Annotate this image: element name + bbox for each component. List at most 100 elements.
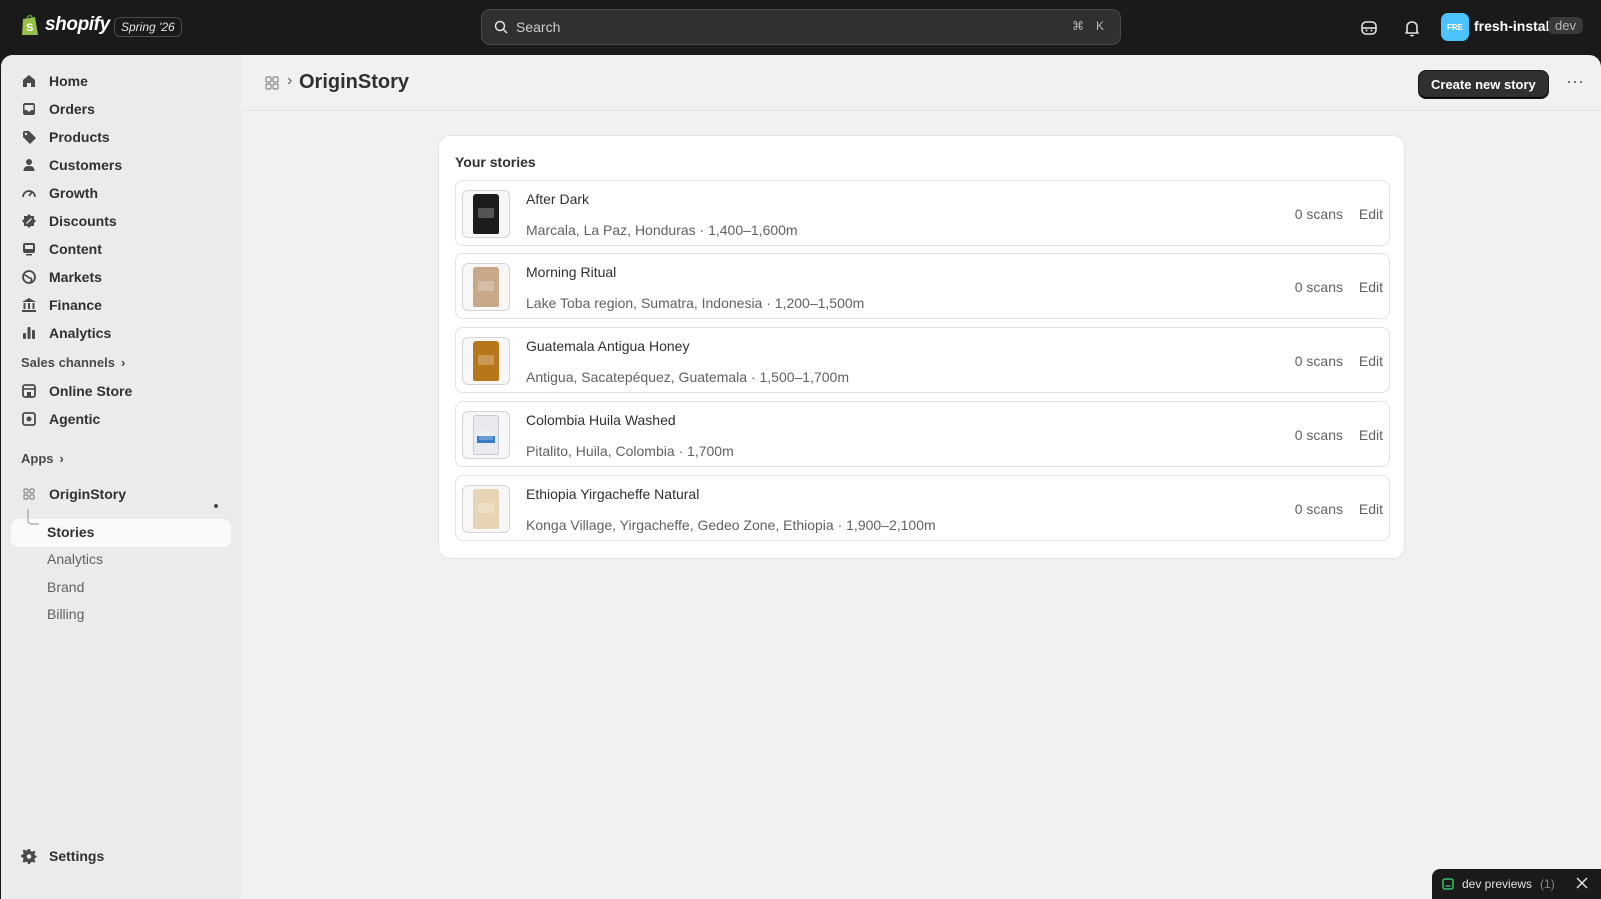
story-row[interactable]: After Dark Marcala, La Paz, Honduras · 1… xyxy=(455,180,1390,246)
story-origin: Lake Toba region, Sumatra, Indonesia · 1… xyxy=(526,295,865,311)
story-thumbnail xyxy=(462,263,510,311)
sidebar-item-agentic[interactable]: Agentic xyxy=(21,405,231,433)
shortcut-cmd: ⌘ xyxy=(1072,19,1084,33)
story-name: Ethiopia Yirgacheffe Natural xyxy=(526,486,700,502)
svg-text:S: S xyxy=(26,22,33,34)
sidebar-item-label: Agentic xyxy=(49,411,101,427)
tree-connector-icon xyxy=(27,509,39,525)
sidebar-item-finance[interactable]: Finance xyxy=(21,291,231,319)
sidebar-subitem-stories-highlight[interactable] xyxy=(11,519,231,547)
preview-icon xyxy=(1442,878,1454,890)
sidebar-item-label: OriginStory xyxy=(49,486,127,502)
scan-count: 0 scans xyxy=(1294,427,1343,443)
edition-badge[interactable]: Spring '26 xyxy=(114,17,182,37)
story-row[interactable]: Guatemala Antigua Honey Antigua, Sacatep… xyxy=(455,327,1390,393)
sales-channels-label: Sales channels xyxy=(21,355,115,370)
pin-dot[interactable] xyxy=(214,504,218,508)
shopify-logo[interactable]: S shopify xyxy=(20,13,110,37)
app-grid-icon[interactable] xyxy=(265,76,279,90)
shopify-bag-icon: S xyxy=(22,14,38,35)
story-name: Guatemala Antigua Honey xyxy=(526,338,690,354)
coffee-bag-image xyxy=(473,194,499,234)
sidebar-item-label: Online Store xyxy=(49,383,133,399)
sidebar-item-online-store[interactable]: Online Store xyxy=(21,377,231,405)
scan-count: 0 scans xyxy=(1294,206,1343,222)
agentic-icon xyxy=(22,412,36,426)
story-row[interactable]: Ethiopia Yirgacheffe Natural Konga Villa… xyxy=(455,475,1390,541)
scan-count: 0 scans xyxy=(1294,501,1343,517)
sidebar-item-growth[interactable]: Growth xyxy=(21,179,231,207)
edit-story-button[interactable]: Edit xyxy=(1359,353,1383,369)
notification-bell-icon[interactable] xyxy=(1402,18,1422,38)
dev-previews-toast[interactable]: dev previews (1) xyxy=(1432,869,1601,899)
story-thumbnail xyxy=(462,190,510,238)
scan-count: 0 scans xyxy=(1294,279,1343,295)
breadcrumb-separator: › xyxy=(287,72,293,89)
apps-header[interactable]: Apps › xyxy=(21,451,64,466)
store-name[interactable]: fresh-install xyxy=(1474,18,1553,34)
sidebar-item-label: Orders xyxy=(49,101,95,117)
chevron-right-icon: › xyxy=(120,355,126,370)
logo-text: shopify xyxy=(45,14,110,35)
sidebar-item-markets[interactable]: Markets xyxy=(21,263,231,291)
sales-channels-header[interactable]: Sales channels › xyxy=(21,355,125,370)
story-origin: Antigua, Sacatepéquez, Guatemala · 1,500… xyxy=(526,369,849,385)
sidebar-item-label: Growth xyxy=(49,185,98,201)
story-name: After Dark xyxy=(526,191,590,207)
chevron-right-icon: › xyxy=(59,451,64,466)
sidebar-subitem-billing[interactable]: Billing xyxy=(47,606,84,622)
apps-label: Apps xyxy=(21,451,54,466)
sidebar-item-products[interactable]: Products xyxy=(21,123,231,151)
top-bar: S shopify Spring '26 Search ⌘ K FRE fres… xyxy=(0,0,1601,55)
more-actions-button[interactable]: ··· xyxy=(1561,72,1589,97)
story-name: Morning Ritual xyxy=(526,264,617,280)
home-icon xyxy=(23,75,35,87)
inbox-icon xyxy=(23,103,35,115)
sidebar-item-customers[interactable]: Customers xyxy=(21,151,231,179)
tag-icon xyxy=(23,131,36,144)
story-origin: Konga Village, Yirgacheffe, Gedeo Zone, … xyxy=(526,517,936,533)
sidebar-item-analytics[interactable]: Analytics xyxy=(21,319,231,347)
sidebar: Home Orders Products Customers Growth Di… xyxy=(1,55,241,899)
sidebar-item-label: Markets xyxy=(49,269,102,285)
story-row[interactable]: Colombia Huila Washed Pitalito, Huila, C… xyxy=(455,401,1390,467)
scan-count: 0 scans xyxy=(1294,353,1343,369)
sidebar-item-label: Analytics xyxy=(49,325,112,341)
sidebar-subitem-stories[interactable]: Stories xyxy=(47,524,94,540)
close-icon[interactable] xyxy=(1575,876,1589,890)
card-title: Your stories xyxy=(455,154,536,170)
sidebar-item-label: Content xyxy=(49,241,102,257)
shortcut-key: K xyxy=(1096,19,1105,33)
sidebar-item-orders[interactable]: Orders xyxy=(21,95,231,123)
store-avatar[interactable]: FRE xyxy=(1441,13,1469,41)
search-bar[interactable]: Search ⌘ K xyxy=(481,9,1121,45)
sidebar-item-label: Finance xyxy=(49,297,102,313)
sidebar-item-label: Home xyxy=(49,73,88,89)
bank-icon xyxy=(22,298,36,312)
person-icon xyxy=(23,159,35,171)
sidebar-item-originstory[interactable]: OriginStory xyxy=(21,480,231,508)
sidebar-item-discounts[interactable]: Discounts xyxy=(21,207,231,235)
coffee-bag-image xyxy=(473,267,499,307)
edit-story-button[interactable]: Edit xyxy=(1359,501,1383,517)
sidekick-icon[interactable] xyxy=(1359,18,1379,38)
sidebar-item-settings[interactable]: Settings xyxy=(21,842,231,870)
story-row[interactable]: Morning Ritual Lake Toba region, Sumatra… xyxy=(455,253,1390,319)
discount-icon xyxy=(22,214,36,228)
search-placeholder: Search xyxy=(516,19,561,35)
edit-story-button[interactable]: Edit xyxy=(1359,206,1383,222)
app-grid-icon xyxy=(23,488,35,500)
gear-icon xyxy=(21,849,37,864)
sidebar-subitem-analytics[interactable]: Analytics xyxy=(47,551,103,567)
edit-story-button[interactable]: Edit xyxy=(1359,279,1383,295)
sidebar-item-content[interactable]: Content xyxy=(21,235,231,263)
sidebar-subitem-brand[interactable]: Brand xyxy=(47,579,84,595)
sidebar-item-label: Settings xyxy=(49,848,105,864)
bar-chart-icon xyxy=(23,327,35,339)
coffee-bag-image xyxy=(473,489,499,529)
gauge-icon xyxy=(22,190,36,198)
sidebar-item-home[interactable]: Home xyxy=(21,67,231,95)
create-new-story-button[interactable]: Create new story xyxy=(1418,70,1549,99)
store-icon xyxy=(22,384,36,398)
edit-story-button[interactable]: Edit xyxy=(1359,427,1383,443)
